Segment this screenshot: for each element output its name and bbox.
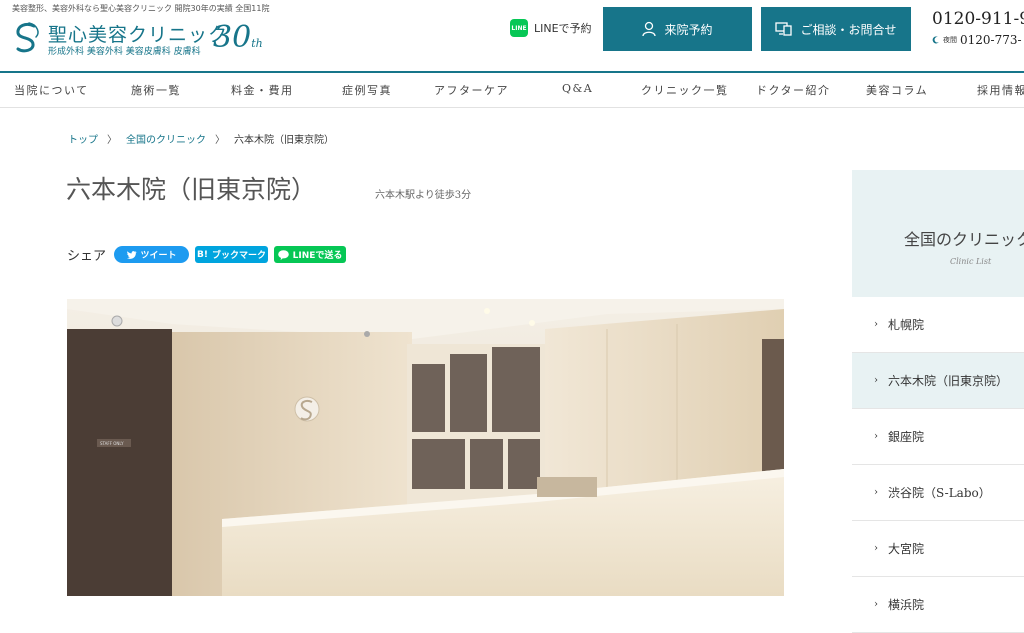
site-header: 美容整形、美容外科なら聖心美容クリニック 開院30年の実績 全国11院 聖心美容…	[0, 0, 1024, 71]
nav-item-aftercare[interactable]: アフターケア	[434, 82, 509, 98]
twitter-bird-icon	[126, 250, 137, 259]
chevron-right-icon: ›	[874, 375, 878, 386]
page-title: 六本木院（旧東京院）	[66, 175, 317, 204]
clinic-departments: 形成外科 美容外科 美容皮膚科 皮膚科	[48, 47, 201, 57]
sidebar-title: 全国のクリニック	[904, 230, 1024, 249]
breadcrumb-separator: 〉	[107, 135, 117, 146]
chevron-right-icon: ›	[874, 431, 878, 442]
clinic-reception-photo: STAFF ONLY	[67, 299, 784, 596]
tweet-button[interactable]: ツイート	[114, 246, 190, 263]
anniversary-mark: 30th	[213, 20, 263, 55]
header-tagline: 美容整形、美容外科なら聖心美容クリニック 開院30年の実績 全国11院	[12, 4, 270, 13]
clinic-item-ginza[interactable]: › 銀座院	[852, 409, 1024, 465]
phone-night-row[interactable]: 夜間 0120-773-	[932, 33, 1022, 47]
global-nav: 当院について 施術一覧 料金・費用 症例写真 アフターケア Q&A クリニック一…	[0, 71, 1024, 108]
chevron-right-icon: ›	[874, 599, 878, 610]
share-label: シェア	[67, 249, 107, 264]
breadcrumb-top[interactable]: トップ	[68, 131, 98, 146]
line-reserve-link[interactable]: LINE LINEで予約	[510, 19, 592, 37]
chevron-right-icon: ›	[874, 487, 878, 498]
clinic-item-label: 六本木院（旧東京院）	[888, 374, 1009, 388]
nav-item-clinic-list[interactable]: クリニック一覧	[641, 82, 729, 98]
sidebar-subtitle: Clinic List	[950, 257, 992, 266]
tweet-label: ツイート	[140, 251, 177, 261]
clinic-item-omiya[interactable]: › 大宮院	[852, 521, 1024, 577]
consultation-button[interactable]: ご相談・お問合せ	[761, 7, 911, 51]
clinic-list: › 札幌院 › 六本木院（旧東京院） › 銀座院 › 渋谷院（S-Labo） › 大宮院 …	[852, 297, 1024, 633]
nav-item-column[interactable]: 美容コラム	[866, 82, 928, 98]
hatena-icon: B!	[197, 249, 208, 260]
access-info: 六本木駅より徒歩3分	[375, 190, 472, 201]
line-bubble-icon	[277, 249, 289, 260]
nav-item-treatments[interactable]: 施術一覧	[131, 82, 181, 98]
phone-night: 0120-773-	[960, 33, 1022, 47]
hatena-label: ブックマーク	[211, 251, 266, 261]
svg-text:STAFF ONLY: STAFF ONLY	[100, 441, 124, 446]
clinic-item-label: 大宮院	[888, 542, 925, 556]
line-share-button[interactable]: LINEで送る	[274, 246, 347, 263]
breadcrumb-clinics[interactable]: 全国のクリニック	[126, 131, 206, 146]
visit-reservation-label: 来院予約	[664, 22, 713, 37]
line-reserve-label: LINEで予約	[534, 22, 592, 35]
clinic-name[interactable]: 聖心美容クリニック	[48, 20, 228, 47]
phone-daytime[interactable]: 0120-911-9	[932, 9, 1024, 29]
person-icon	[642, 21, 657, 37]
anniversary-suffix: th	[251, 37, 263, 50]
chevron-right-icon: ›	[874, 319, 878, 330]
clinic-item-label: 銀座院	[888, 430, 925, 444]
anniversary-number: 30	[213, 20, 252, 55]
nav-item-pricing[interactable]: 料金・費用	[231, 82, 294, 98]
clinic-item-sapporo[interactable]: › 札幌院	[852, 297, 1024, 353]
clinic-logo-icon[interactable]	[12, 20, 42, 54]
clinic-item-label: 横浜院	[888, 598, 925, 612]
breadcrumb-separator: 〉	[215, 135, 225, 146]
clinic-list-sidebar: 全国のクリニック Clinic List › 札幌院 › 六本木院（旧東京院） › 銀…	[852, 170, 1024, 633]
line-icon: LINE	[510, 19, 528, 37]
consultation-label: ご相談・お問合せ	[800, 22, 897, 37]
clinic-item-roppongi[interactable]: › 六本木院（旧東京院）	[852, 353, 1024, 409]
breadcrumb-current: 六本木院（旧東京院）	[234, 135, 334, 146]
chevron-right-icon: ›	[874, 543, 878, 554]
line-share-label: LINEで送る	[292, 251, 343, 261]
breadcrumb: トップ 〉 全国のクリニック 〉 六本木院（旧東京院）	[68, 131, 334, 146]
nav-item-case-photos[interactable]: 症例写真	[342, 82, 392, 98]
clinic-item-label: 渋谷院（S-Labo）	[888, 486, 991, 500]
clinic-item-shibuya[interactable]: › 渋谷院（S-Labo）	[852, 465, 1024, 521]
nav-item-about[interactable]: 当院について	[14, 82, 89, 98]
clinic-item-label: 札幌院	[888, 318, 925, 332]
reception-interior-image: STAFF ONLY	[67, 299, 784, 596]
phone-night-label: 夜間	[943, 36, 957, 44]
share-bar: シェア ツイート B! ブックマーク LINEで送る	[67, 245, 347, 264]
visit-reservation-button[interactable]: 来院予約	[603, 7, 752, 51]
nav-item-recruit[interactable]: 採用情報	[977, 82, 1024, 98]
nav-item-doctors[interactable]: ドクター紹介	[756, 82, 831, 98]
clinic-item-yokohama[interactable]: › 横浜院	[852, 577, 1024, 633]
moon-icon	[932, 36, 939, 44]
nav-item-qa[interactable]: Q&A	[562, 82, 593, 95]
monitor-icon	[775, 22, 793, 36]
hatena-bookmark-button[interactable]: B! ブックマーク	[195, 246, 269, 263]
